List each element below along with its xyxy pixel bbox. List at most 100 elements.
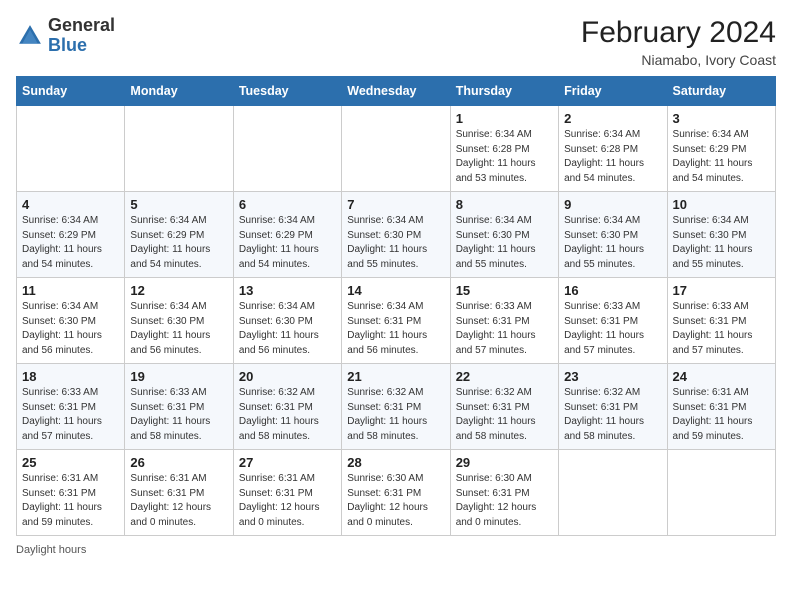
location: Niamabo, Ivory Coast <box>581 52 776 68</box>
calendar-week-row: 11 Sunrise: 6:34 AM Sunset: 6:30 PM Dayli… <box>17 278 776 364</box>
day-detail: Sunrise: 6:32 AM Sunset: 6:31 PM Dayligh… <box>347 386 444 444</box>
calendar-cell: 26 Sunrise: 6:31 AM Sunset: 6:31 PM Dayli… <box>125 450 233 536</box>
calendar-day-header: Tuesday <box>233 77 341 106</box>
calendar-cell: 9 Sunrise: 6:34 AM Sunset: 6:30 PM Daylig… <box>559 192 667 278</box>
calendar-cell <box>17 106 125 192</box>
calendar-cell: 17 Sunrise: 6:33 AM Sunset: 6:31 PM Dayli… <box>667 278 775 364</box>
calendar-cell: 12Sunrise: 6:34 AM Sunset: 6:30 PM Dayli… <box>125 278 233 364</box>
calendar-cell: 14 Sunrise: 6:34 AM Sunset: 6:31 PM Dayli… <box>342 278 450 364</box>
calendar-cell <box>667 450 775 536</box>
calendar-day-header: Friday <box>559 77 667 106</box>
calendar-cell: 4 Sunrise: 6:34 AM Sunset: 6:29 PM Daylig… <box>17 192 125 278</box>
logo-general: General <box>48 15 115 35</box>
day-number: 12 <box>130 283 227 298</box>
calendar-week-row: 1Sunrise: 6:34 AM Sunset: 6:28 PM Daylig… <box>17 106 776 192</box>
calendar-cell: 6 Sunrise: 6:34 AM Sunset: 6:29 PM Daylig… <box>233 192 341 278</box>
calendar-cell: 1Sunrise: 6:34 AM Sunset: 6:28 PM Daylig… <box>450 106 558 192</box>
day-detail: Sunrise: 6:32 AM Sunset: 6:31 PM Dayligh… <box>239 386 336 444</box>
day-number: 2 <box>564 111 661 126</box>
day-number: 22 <box>456 369 553 384</box>
calendar-cell: 5 Sunrise: 6:34 AM Sunset: 6:29 PM Daylig… <box>125 192 233 278</box>
calendar-cell: 11 Sunrise: 6:34 AM Sunset: 6:30 PM Dayli… <box>17 278 125 364</box>
day-number: 3 <box>673 111 770 126</box>
day-number: 29 <box>456 455 553 470</box>
day-number: 7 <box>347 197 444 212</box>
day-detail: Sunrise: 6:34 AM Sunset: 6:31 PM Dayligh… <box>347 300 444 358</box>
day-detail: Sunrise: 6:32 AM Sunset: 6:31 PM Dayligh… <box>564 386 661 444</box>
day-detail: Sunrise: 6:32 AM Sunset: 6:31 PM Dayligh… <box>456 386 553 444</box>
day-detail: Sunrise: 6:31 AM Sunset: 6:31 PM Dayligh… <box>22 472 119 530</box>
day-detail: Sunrise: 6:34 AM Sunset: 6:28 PM Dayligh… <box>456 128 553 186</box>
day-number: 4 <box>22 197 119 212</box>
day-number: 19 <box>130 369 227 384</box>
day-detail: Sunrise: 6:34 AM Sunset: 6:29 PM Dayligh… <box>239 214 336 272</box>
day-number: 26 <box>130 455 227 470</box>
day-number: 8 <box>456 197 553 212</box>
day-detail: Sunrise: 6:34 AM Sunset: 6:29 PM Dayligh… <box>130 214 227 272</box>
calendar-day-header: Saturday <box>667 77 775 106</box>
day-detail: Sunrise: 6:33 AM Sunset: 6:31 PM Dayligh… <box>673 300 770 358</box>
calendar-cell <box>559 450 667 536</box>
day-detail: Sunrise: 6:34 AM Sunset: 6:30 PM Dayligh… <box>239 300 336 358</box>
day-number: 10 <box>673 197 770 212</box>
day-number: 23 <box>564 369 661 384</box>
footer: Daylight hours <box>16 544 776 556</box>
calendar-cell: 16 Sunrise: 6:33 AM Sunset: 6:31 PM Dayli… <box>559 278 667 364</box>
day-detail: Sunrise: 6:33 AM Sunset: 6:31 PM Dayligh… <box>456 300 553 358</box>
day-detail: Sunrise: 6:34 AM Sunset: 6:29 PM Dayligh… <box>22 214 119 272</box>
day-detail: Sunrise: 6:34 AM Sunset: 6:30 PM Dayligh… <box>347 214 444 272</box>
day-detail: Sunrise: 6:31 AM Sunset: 6:31 PM Dayligh… <box>130 472 227 530</box>
calendar-cell: 3Sunrise: 6:34 AM Sunset: 6:29 PM Daylig… <box>667 106 775 192</box>
logo-icon <box>16 22 44 50</box>
calendar-cell: 21Sunrise: 6:32 AM Sunset: 6:31 PM Dayli… <box>342 364 450 450</box>
calendar-cell: 24 Sunrise: 6:31 AM Sunset: 6:31 PM Dayli… <box>667 364 775 450</box>
calendar-cell: 19 Sunrise: 6:33 AM Sunset: 6:31 PM Dayli… <box>125 364 233 450</box>
logo-blue: Blue <box>48 35 87 55</box>
calendar-cell: 7 Sunrise: 6:34 AM Sunset: 6:30 PM Daylig… <box>342 192 450 278</box>
calendar-cell: 13Sunrise: 6:34 AM Sunset: 6:30 PM Dayli… <box>233 278 341 364</box>
calendar-day-header: Wednesday <box>342 77 450 106</box>
title-block: February 2024 Niamabo, Ivory Coast <box>581 16 776 68</box>
calendar-week-row: 4 Sunrise: 6:34 AM Sunset: 6:29 PM Daylig… <box>17 192 776 278</box>
calendar-cell: 29 Sunrise: 6:30 AM Sunset: 6:31 PM Dayli… <box>450 450 558 536</box>
calendar-cell: 18Sunrise: 6:33 AM Sunset: 6:31 PM Dayli… <box>17 364 125 450</box>
calendar-cell: 10Sunrise: 6:34 AM Sunset: 6:30 PM Dayli… <box>667 192 775 278</box>
calendar-day-header: Monday <box>125 77 233 106</box>
day-detail: Sunrise: 6:30 AM Sunset: 6:31 PM Dayligh… <box>456 472 553 530</box>
calendar-week-row: 18 Sunrise: 6:33 AM Sunset: 6:31 PM Dayli… <box>17 364 776 450</box>
day-detail: Sunrise: 6:33 AM Sunset: 6:31 PM Dayligh… <box>130 386 227 444</box>
day-number: 6 <box>239 197 336 212</box>
calendar-cell: 28Sunrise: 6:30 AM Sunset: 6:31 PM Dayli… <box>342 450 450 536</box>
calendar-cell: 23 Sunrise: 6:32 AM Sunset: 6:31 PM Dayli… <box>559 364 667 450</box>
daylight-label: Daylight hours <box>16 544 86 556</box>
day-number: 9 <box>564 197 661 212</box>
day-number: 28 <box>347 455 444 470</box>
day-number: 5 <box>130 197 227 212</box>
calendar-cell: 2 Sunrise: 6:34 AM Sunset: 6:28 PM Daylig… <box>559 106 667 192</box>
day-number: 16 <box>564 283 661 298</box>
day-detail: Sunrise: 6:31 AM Sunset: 6:31 PM Dayligh… <box>673 386 770 444</box>
calendar-cell: 15 Sunrise: 6:33 AM Sunset: 6:31 PM Dayli… <box>450 278 558 364</box>
calendar-week-row: 25 Sunrise: 6:31 AM Sunset: 6:31 PM Dayli… <box>17 450 776 536</box>
calendar-cell <box>342 106 450 192</box>
day-number: 20 <box>239 369 336 384</box>
day-number: 24 <box>673 369 770 384</box>
day-number: 27 <box>239 455 336 470</box>
day-detail: Sunrise: 6:31 AM Sunset: 6:31 PM Dayligh… <box>239 472 336 530</box>
day-number: 11 <box>22 283 119 298</box>
calendar-cell <box>125 106 233 192</box>
day-number: 14 <box>347 283 444 298</box>
calendar-day-header: Thursday <box>450 77 558 106</box>
day-detail: Sunrise: 6:34 AM Sunset: 6:30 PM Dayligh… <box>564 214 661 272</box>
day-detail: Sunrise: 6:33 AM Sunset: 6:31 PM Dayligh… <box>564 300 661 358</box>
day-number: 25 <box>22 455 119 470</box>
calendar-cell <box>233 106 341 192</box>
calendar-table: SundayMondayTuesdayWednesdayThursdayFrid… <box>16 76 776 536</box>
day-detail: Sunrise: 6:34 AM Sunset: 6:30 PM Dayligh… <box>22 300 119 358</box>
day-number: 17 <box>673 283 770 298</box>
day-number: 18 <box>22 369 119 384</box>
day-detail: Sunrise: 6:34 AM Sunset: 6:28 PM Dayligh… <box>564 128 661 186</box>
day-number: 15 <box>456 283 553 298</box>
page-header: General Blue February 2024 Niamabo, Ivor… <box>16 16 776 68</box>
month-year: February 2024 <box>581 16 776 50</box>
